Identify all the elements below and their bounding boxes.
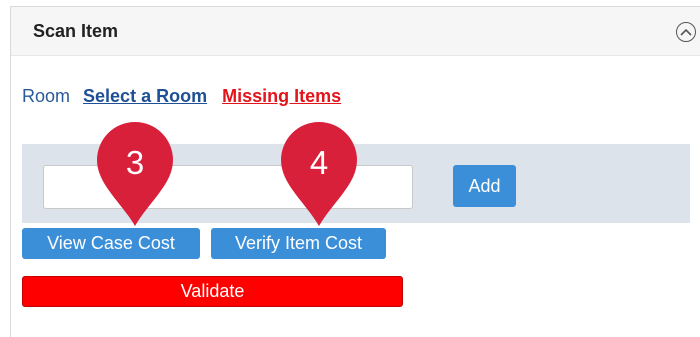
collapse-up-icon[interactable] [676, 22, 696, 42]
marker-number: 4 [309, 144, 329, 181]
select-room-link[interactable]: Select a Room [83, 86, 207, 106]
missing-items-link[interactable]: Missing Items [222, 86, 341, 106]
panel-title: Scan Item [33, 21, 119, 41]
room-label: Room [22, 86, 71, 106]
add-button[interactable]: Add [453, 165, 516, 207]
panel-header: Scan Item [11, 7, 700, 56]
callout-marker-4: 4 [275, 118, 363, 228]
verify-item-cost-button[interactable]: Verify Item Cost [211, 228, 386, 259]
callout-marker-3: 3 [91, 118, 179, 228]
marker-number: 3 [125, 144, 145, 181]
view-case-cost-button[interactable]: View Case Cost [22, 228, 200, 259]
validate-button[interactable]: Validate [22, 276, 403, 307]
room-row: Room Select a Room Missing Items [22, 86, 341, 107]
